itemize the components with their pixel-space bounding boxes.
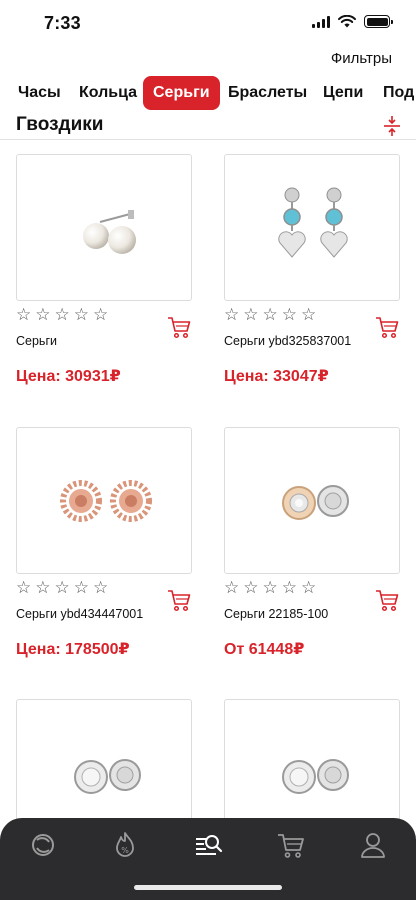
- product-card[interactable]: ☆ ☆ ☆ ☆ ☆ Серьги ybd434447001 Цена: 178500₽: [16, 427, 192, 658]
- product-card[interactable]: ☆ ☆ ☆ ☆ ☆ Серьги ybd325837001 Цена: 33047₽: [224, 154, 400, 385]
- cart-icon[interactable]: [276, 830, 306, 860]
- product-card[interactable]: ☆ ☆ ☆ ☆ ☆ Серьги Цена: 30931₽: [16, 154, 192, 385]
- status-time: 7:33: [44, 13, 81, 33]
- add-to-cart-icon[interactable]: [374, 314, 400, 340]
- battery-icon: [364, 15, 393, 28]
- product-price: От 61448₽: [224, 641, 305, 658]
- product-price: Цена: 30931₽: [16, 368, 121, 385]
- svg-text:%: %: [121, 846, 129, 855]
- product-name[interactable]: Серьги 22185-100: [224, 607, 328, 621]
- tab-chains[interactable]: Цепи: [323, 76, 363, 110]
- home-indicator[interactable]: [134, 885, 282, 890]
- product-price: Цена: 33047₽: [224, 368, 329, 385]
- catalog-swirl-icon[interactable]: [28, 830, 58, 860]
- header-divider: [0, 139, 416, 140]
- product-image[interactable]: [224, 154, 400, 301]
- filters-button[interactable]: Фильтры: [331, 50, 392, 67]
- product-image[interactable]: [16, 154, 192, 301]
- tab-watches[interactable]: Часы: [18, 76, 61, 110]
- rating-stars[interactable]: ☆ ☆ ☆ ☆ ☆: [16, 306, 108, 324]
- add-to-cart-icon[interactable]: [166, 314, 192, 340]
- search-list-icon[interactable]: [194, 830, 224, 860]
- product-image[interactable]: [16, 427, 192, 574]
- add-to-cart-icon[interactable]: [374, 587, 400, 613]
- product-name[interactable]: Серьги ybd434447001: [16, 607, 143, 621]
- status-icons: [312, 15, 393, 28]
- rating-stars[interactable]: ☆ ☆ ☆ ☆ ☆: [224, 579, 316, 597]
- product-card[interactable]: ☆ ☆ ☆ ☆ ☆ Серьги 22185-100 От 61448₽: [224, 427, 400, 658]
- section-title: Гвоздики: [16, 114, 104, 135]
- tab-earrings[interactable]: Серьги: [143, 76, 220, 110]
- rating-stars[interactable]: ☆ ☆ ☆ ☆ ☆: [224, 306, 316, 324]
- cellular-signal-icon: [312, 15, 330, 28]
- product-name[interactable]: Серьги ybd325837001: [224, 334, 351, 348]
- tab-bracelets[interactable]: Браслеты: [228, 76, 307, 110]
- tab-rings[interactable]: Кольца: [79, 76, 137, 110]
- category-tabs: Часы Кольца Серьги Браслеты Цепи Под: [0, 76, 416, 112]
- status-bar: 7:33: [0, 0, 416, 46]
- tab-pendants[interactable]: Под: [383, 76, 414, 110]
- product-image[interactable]: [224, 427, 400, 574]
- profile-icon[interactable]: [358, 830, 388, 860]
- product-price: Цена: 178500₽: [16, 641, 130, 658]
- add-to-cart-icon[interactable]: [166, 587, 192, 613]
- rating-stars[interactable]: ☆ ☆ ☆ ☆ ☆: [16, 579, 108, 597]
- wifi-icon: [338, 15, 356, 28]
- discount-flame-icon[interactable]: %: [110, 830, 140, 860]
- collapse-icon[interactable]: [380, 114, 404, 138]
- product-name[interactable]: Серьги: [16, 334, 57, 348]
